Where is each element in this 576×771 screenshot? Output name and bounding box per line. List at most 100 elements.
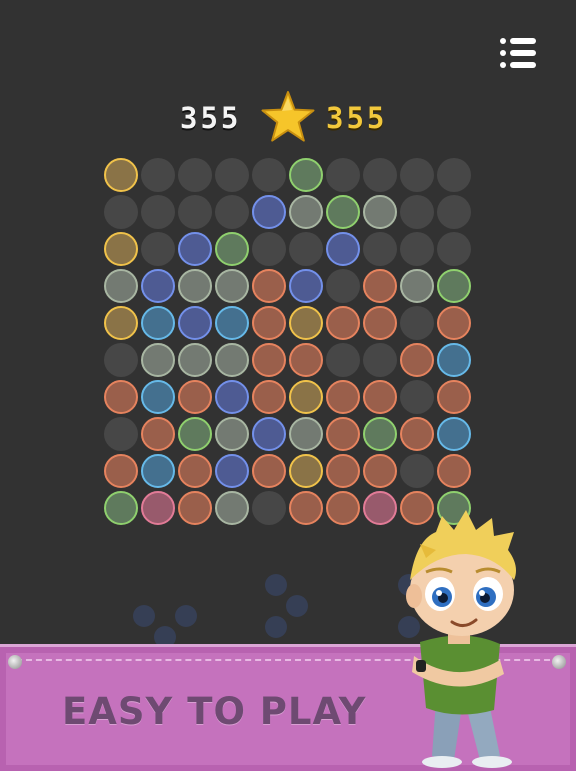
board-cell-filled[interactable] xyxy=(252,343,286,377)
board-cell-filled[interactable] xyxy=(400,417,434,451)
board-cell-filled[interactable] xyxy=(141,380,175,414)
board-cell-filled[interactable] xyxy=(289,158,323,192)
board-cell-filled[interactable] xyxy=(252,306,286,340)
board-cell-empty[interactable] xyxy=(215,195,249,229)
board-cell-empty[interactable] xyxy=(400,380,434,414)
board-cell-filled[interactable] xyxy=(326,232,360,266)
board-cell-empty[interactable] xyxy=(289,232,323,266)
board-cell-filled[interactable] xyxy=(363,195,397,229)
board-cell-filled[interactable] xyxy=(437,454,471,488)
board-cell-empty[interactable] xyxy=(252,491,286,525)
board-cell-empty[interactable] xyxy=(178,158,212,192)
board-cell-filled[interactable] xyxy=(104,158,138,192)
board-cell-filled[interactable] xyxy=(289,343,323,377)
board-cell-filled[interactable] xyxy=(326,454,360,488)
board-cell-empty[interactable] xyxy=(437,158,471,192)
board-cell-filled[interactable] xyxy=(289,269,323,303)
board-cell-filled[interactable] xyxy=(178,269,212,303)
board-cell-empty[interactable] xyxy=(141,158,175,192)
board-cell-filled[interactable] xyxy=(104,232,138,266)
board-cell-filled[interactable] xyxy=(363,306,397,340)
board-cell-filled[interactable] xyxy=(215,269,249,303)
board-cell-filled[interactable] xyxy=(178,306,212,340)
board-cell-filled[interactable] xyxy=(104,269,138,303)
board-cell-empty[interactable] xyxy=(400,306,434,340)
board-cell-filled[interactable] xyxy=(141,454,175,488)
board-cell-empty[interactable] xyxy=(252,158,286,192)
board-cell-filled[interactable] xyxy=(252,269,286,303)
board-cell-filled[interactable] xyxy=(104,454,138,488)
board-cell-filled[interactable] xyxy=(289,454,323,488)
board-cell-filled[interactable] xyxy=(252,195,286,229)
board-cell-filled[interactable] xyxy=(289,417,323,451)
board-cell-filled[interactable] xyxy=(326,306,360,340)
board-cell-empty[interactable] xyxy=(326,343,360,377)
board-cell-empty[interactable] xyxy=(363,158,397,192)
board-cell-filled[interactable] xyxy=(363,417,397,451)
board-cell-empty[interactable] xyxy=(141,195,175,229)
board-cell-filled[interactable] xyxy=(289,195,323,229)
board-cell-empty[interactable] xyxy=(252,232,286,266)
board-cell-empty[interactable] xyxy=(363,343,397,377)
board-cell-filled[interactable] xyxy=(363,491,397,525)
board-cell-filled[interactable] xyxy=(178,343,212,377)
board-cell-filled[interactable] xyxy=(363,380,397,414)
board-cell-filled[interactable] xyxy=(141,343,175,377)
board-cell-filled[interactable] xyxy=(326,380,360,414)
board-cell-empty[interactable] xyxy=(400,195,434,229)
board-cell-empty[interactable] xyxy=(178,195,212,229)
board-cell-filled[interactable] xyxy=(215,343,249,377)
board-cell-empty[interactable] xyxy=(400,158,434,192)
board-cell-empty[interactable] xyxy=(400,454,434,488)
board-cell-filled[interactable] xyxy=(104,306,138,340)
board-cell-filled[interactable] xyxy=(215,306,249,340)
board-cell-empty[interactable] xyxy=(104,417,138,451)
board-cell-filled[interactable] xyxy=(400,343,434,377)
board-cell-filled[interactable] xyxy=(252,454,286,488)
board-cell-filled[interactable] xyxy=(215,232,249,266)
board-cell-empty[interactable] xyxy=(363,232,397,266)
board-cell-filled[interactable] xyxy=(215,454,249,488)
board-cell-filled[interactable] xyxy=(289,306,323,340)
board-cell-filled[interactable] xyxy=(289,380,323,414)
board-cell-filled[interactable] xyxy=(252,417,286,451)
board-cell-filled[interactable] xyxy=(437,380,471,414)
board-cell-empty[interactable] xyxy=(326,269,360,303)
board-cell-empty[interactable] xyxy=(104,195,138,229)
board-cell-filled[interactable] xyxy=(141,417,175,451)
board-cell-filled[interactable] xyxy=(178,232,212,266)
board-cell-filled[interactable] xyxy=(400,269,434,303)
board-cell-filled[interactable] xyxy=(141,491,175,525)
board-cell-filled[interactable] xyxy=(252,380,286,414)
board-cell-filled[interactable] xyxy=(289,491,323,525)
board-cell-filled[interactable] xyxy=(326,417,360,451)
board-cell-filled[interactable] xyxy=(178,417,212,451)
piece-dot xyxy=(265,616,287,638)
board-cell-empty[interactable] xyxy=(437,232,471,266)
board-cell-filled[interactable] xyxy=(215,380,249,414)
board-cell-empty[interactable] xyxy=(326,158,360,192)
board-cell-filled[interactable] xyxy=(178,491,212,525)
board-cell-filled[interactable] xyxy=(437,343,471,377)
board-cell-filled[interactable] xyxy=(363,269,397,303)
board-cell-filled[interactable] xyxy=(178,454,212,488)
board-cell-empty[interactable] xyxy=(437,195,471,229)
board-cell-empty[interactable] xyxy=(215,158,249,192)
menu-button[interactable] xyxy=(500,36,538,70)
board-cell-empty[interactable] xyxy=(104,343,138,377)
board-cell-filled[interactable] xyxy=(141,306,175,340)
board-cell-filled[interactable] xyxy=(437,417,471,451)
board-cell-filled[interactable] xyxy=(326,491,360,525)
board-cell-filled[interactable] xyxy=(215,417,249,451)
board-cell-filled[interactable] xyxy=(363,454,397,488)
board-cell-filled[interactable] xyxy=(215,491,249,525)
board-cell-empty[interactable] xyxy=(400,232,434,266)
board-cell-filled[interactable] xyxy=(326,195,360,229)
board-cell-filled[interactable] xyxy=(104,380,138,414)
board-cell-filled[interactable] xyxy=(104,491,138,525)
board-cell-filled[interactable] xyxy=(178,380,212,414)
board-cell-filled[interactable] xyxy=(141,269,175,303)
board-cell-filled[interactable] xyxy=(437,269,471,303)
board-cell-filled[interactable] xyxy=(437,306,471,340)
board-cell-empty[interactable] xyxy=(141,232,175,266)
